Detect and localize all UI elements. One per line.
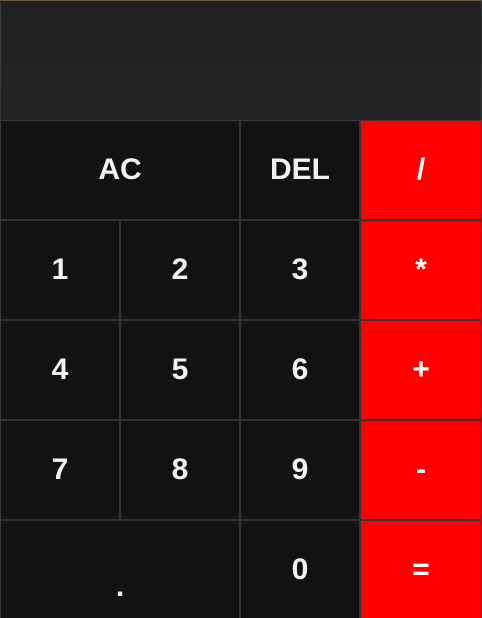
digit-0-button[interactable]: 0	[241, 521, 361, 618]
clear-button[interactable]: AC	[1, 121, 241, 221]
divide-button[interactable]: /	[361, 121, 481, 221]
calculator-display	[1, 1, 481, 121]
digit-3-button[interactable]: 3	[241, 221, 361, 321]
calculator: AC DEL / 1 2 3 * 4 5 6 + 7 8 9 - . 0 =	[0, 0, 482, 618]
digit-1-button[interactable]: 1	[1, 221, 121, 321]
add-button[interactable]: +	[361, 321, 481, 421]
delete-button[interactable]: DEL	[241, 121, 361, 221]
digit-6-button[interactable]: 6	[241, 321, 361, 421]
subtract-button[interactable]: -	[361, 421, 481, 521]
keypad: AC DEL / 1 2 3 * 4 5 6 + 7 8 9 - . 0 =	[1, 121, 481, 618]
digit-8-button[interactable]: 8	[121, 421, 241, 521]
equals-button[interactable]: =	[361, 521, 481, 618]
decimal-button[interactable]: .	[1, 521, 241, 618]
digit-4-button[interactable]: 4	[1, 321, 121, 421]
digit-5-button[interactable]: 5	[121, 321, 241, 421]
digit-7-button[interactable]: 7	[1, 421, 121, 521]
digit-2-button[interactable]: 2	[121, 221, 241, 321]
multiply-button[interactable]: *	[361, 221, 481, 321]
digit-9-button[interactable]: 9	[241, 421, 361, 521]
